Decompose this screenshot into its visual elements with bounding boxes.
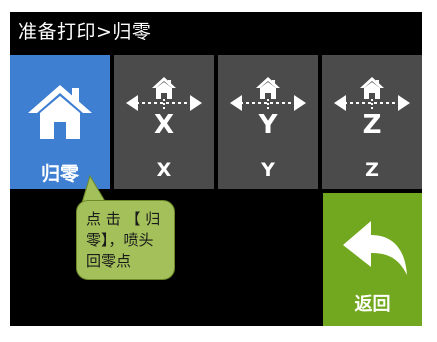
callout-text: 点 击 【 归零】，喷头回零点: [86, 210, 161, 270]
callout-pointer: [81, 174, 107, 204]
printer-screen: 准备打印>归零 归零 X X Y Y Z Z 返回 点 击 【 归零】，喷头回零…: [10, 12, 422, 326]
instruction-callout: 点 击 【 归零】，喷头回零点: [76, 200, 175, 280]
